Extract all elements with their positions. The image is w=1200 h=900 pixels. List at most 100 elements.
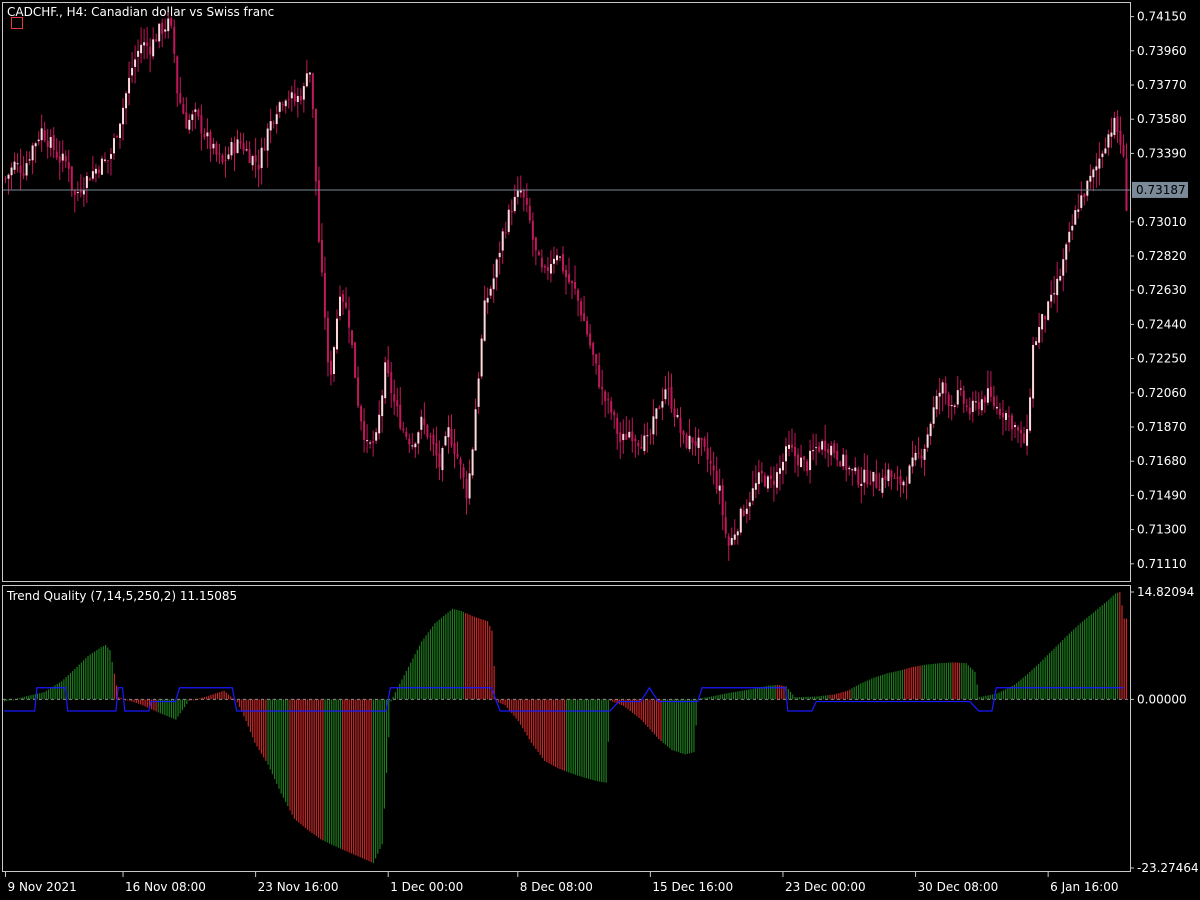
candle-body: [848, 467, 851, 470]
histogram-bar: [473, 616, 476, 700]
candle-body: [245, 149, 248, 151]
histogram-bar: [908, 667, 910, 700]
histogram-bar: [897, 670, 899, 700]
price-panel[interactable]: CADCHF., H4: Canadian dollar vs Swiss fr…: [2, 2, 1189, 582]
current-price-label: 0.73187: [1136, 183, 1186, 197]
histogram-bar: [857, 684, 860, 700]
candle-body: [275, 114, 278, 125]
histogram-bar: [192, 699, 195, 701]
price-tick-label: 0.72060: [1137, 386, 1187, 400]
histogram-bar: [32, 694, 34, 700]
candle-body: [1010, 415, 1013, 430]
histogram-bar: [862, 682, 864, 700]
histogram-bar: [113, 673, 115, 700]
candle-body: [941, 382, 944, 394]
candle-body: [809, 450, 812, 471]
candle-body: [537, 251, 540, 256]
histogram-bar: [25, 696, 28, 700]
candle-body: [1056, 278, 1059, 296]
candle-body: [1007, 415, 1010, 417]
candle-body: [998, 408, 1001, 416]
candle-body: [278, 102, 281, 112]
histogram-bar: [546, 699, 548, 763]
histogram-bar: [151, 699, 153, 710]
candle-body: [571, 281, 574, 284]
candle-body: [706, 448, 709, 460]
histogram-bar: [853, 687, 855, 700]
histogram-bar: [1016, 683, 1018, 700]
histogram-bar: [855, 685, 857, 700]
candle-body: [872, 471, 875, 482]
candle-body: [619, 432, 622, 443]
histogram-bar: [666, 699, 669, 747]
candle-body: [64, 156, 67, 162]
histogram-bar: [932, 663, 934, 700]
candle-body: [254, 155, 257, 163]
indicator-panel[interactable]: Trend Quality (7,14,5,250,2) 11.15085 14…: [2, 585, 1199, 875]
candle-body: [85, 176, 88, 188]
candle-body: [468, 473, 471, 499]
candle-body: [881, 477, 884, 493]
histogram-bar: [302, 699, 304, 827]
histogram-bar: [443, 616, 445, 700]
candle-body: [10, 167, 13, 176]
histogram-bar: [293, 699, 295, 819]
histogram-bar: [811, 696, 814, 700]
histogram-bar: [405, 671, 407, 700]
histogram-bar: [726, 693, 728, 700]
candle-body: [369, 442, 372, 444]
histogram-bar: [30, 695, 32, 700]
histogram-bar: [1112, 595, 1114, 700]
histogram-bar: [247, 699, 249, 727]
histogram-bar: [370, 699, 372, 863]
histogram-bar: [662, 699, 664, 743]
candle-body: [1047, 301, 1050, 320]
histogram-bar: [295, 699, 298, 821]
histogram-bar: [1048, 653, 1051, 700]
candle-body: [751, 488, 754, 501]
candle-body: [483, 300, 486, 341]
candle-body: [1095, 166, 1098, 171]
histogram-bar: [146, 699, 148, 708]
histogram-bar: [282, 699, 285, 798]
histogram-bar: [1018, 681, 1020, 700]
one-click-trading-box[interactable]: [11, 17, 23, 29]
candle-body: [661, 401, 664, 408]
candle-body: [103, 159, 106, 161]
histogram-bar: [309, 699, 311, 832]
candle-body: [667, 388, 670, 390]
candle-body: [679, 417, 682, 433]
histogram-bar: [1090, 614, 1092, 700]
chart-window[interactable]: CADCHF., H4: Canadian dollar vs Swiss fr…: [0, 0, 1200, 900]
histogram-bar: [225, 692, 227, 700]
histogram-bar: [440, 617, 443, 700]
price-axis: 0.74150 0.73960 0.73770 0.73580 0.73390 0.730…: [1130, 10, 1187, 571]
candle-body: [863, 469, 866, 483]
candle-body: [173, 26, 176, 54]
candle-body: [73, 190, 76, 195]
candle-body: [402, 428, 405, 431]
histogram-bar: [653, 699, 656, 735]
candle-body: [366, 440, 369, 442]
histogram-bar: [682, 699, 684, 754]
indicator-axis: 14.82094 0.00000 -23.27464: [1130, 585, 1199, 875]
histogram-bar: [996, 693, 998, 700]
histogram-bar: [544, 699, 546, 761]
candle-body: [260, 147, 263, 169]
histogram-bar: [884, 674, 886, 700]
histogram-bar: [1037, 663, 1040, 700]
histogram-bar: [739, 691, 741, 700]
histogram-bar: [1000, 691, 1002, 700]
histogram-bar: [465, 612, 467, 700]
histogram-bar: [1013, 684, 1016, 700]
histogram-bar: [508, 699, 511, 711]
histogram-bar: [462, 611, 465, 700]
histogram-bar: [381, 699, 383, 845]
candle-body: [622, 433, 625, 441]
histogram-bar: [708, 696, 710, 700]
histogram-bar: [1053, 648, 1055, 700]
histogram-bar: [364, 699, 366, 860]
candle-body: [408, 438, 411, 445]
histogram-bar: [1070, 631, 1073, 700]
candle-body: [387, 359, 390, 374]
